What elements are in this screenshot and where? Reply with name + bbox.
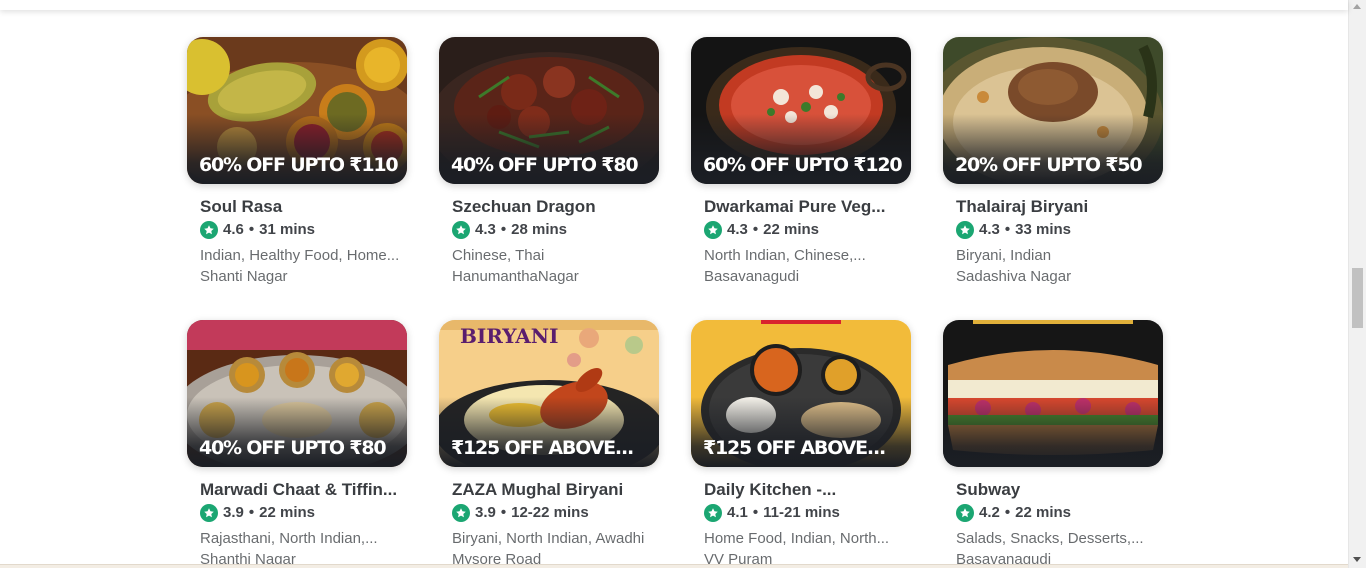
- offer-label: ₹125 OFF ABOVE...: [451, 437, 634, 459]
- cuisines: Home Food, Indian, North...: [704, 530, 890, 547]
- offer-label: 60% OFF UPTO ₹110: [199, 154, 399, 176]
- delivery-time: 12-22 mins: [511, 504, 589, 521]
- restaurant-image: 40% OFF UPTO ₹80: [187, 320, 407, 467]
- offer-label: 20% OFF UPTO ₹50: [955, 154, 1143, 176]
- header-bar: [0, 0, 1348, 10]
- separator-dot: •: [752, 221, 759, 238]
- restaurant-card[interactable]: 20% OFF UPTO ₹50 Thalairaj Biryani 4.3 •…: [943, 37, 1163, 308]
- restaurant-image: ₹125 OFF ABOVE...: [691, 320, 911, 467]
- delivery-time: 28 mins: [511, 221, 567, 238]
- rating-value: 3.9: [475, 504, 496, 521]
- restaurant-card[interactable]: 60% OFF UPTO ₹110 Soul Rasa 4.6 • 31 min…: [187, 37, 407, 308]
- cuisines: Biryani, North Indian, Awadhi: [452, 530, 645, 547]
- rating-row: 4.1 • 11-21 mins: [704, 503, 911, 523]
- area: Basavanagudi: [704, 268, 800, 285]
- vertical-scrollbar[interactable]: [1348, 0, 1366, 568]
- area: HanumanthaNagar: [452, 268, 579, 285]
- separator-dot: •: [248, 504, 255, 521]
- rating-value: 4.2: [979, 504, 1000, 521]
- restaurant-name: Szechuan Dragon: [452, 197, 596, 216]
- star-icon: [956, 221, 974, 239]
- offer-label: 40% OFF UPTO ₹80: [451, 154, 639, 176]
- restaurant-name: Subway: [956, 480, 1021, 499]
- delivery-time: 33 mins: [1015, 221, 1071, 238]
- restaurant-name: Soul Rasa: [200, 197, 283, 216]
- restaurant-name: ZAZA Mughal Biryani: [452, 480, 624, 499]
- scrollbar-thumb[interactable]: [1352, 268, 1363, 328]
- rating-value: 4.3: [979, 221, 1000, 238]
- footer-edge: [0, 564, 1349, 568]
- scroll-up-icon[interactable]: [1353, 4, 1361, 9]
- separator-dot: •: [500, 221, 507, 238]
- separator-dot: •: [1004, 504, 1011, 521]
- restaurant-card[interactable]: ₹125 OFF ABOVE... Daily Kitchen -... 4.1…: [691, 320, 911, 568]
- star-icon: [452, 221, 470, 239]
- offer-label: 40% OFF UPTO ₹80: [199, 437, 387, 459]
- cuisines: Rajasthani, North Indian,...: [200, 530, 378, 547]
- restaurant-card[interactable]: BIRYANI ₹125 OFF ABOVE... ZAZA Mughal Bi…: [439, 320, 659, 568]
- rating-row: 4.3 • 22 mins: [704, 220, 911, 240]
- restaurant-card[interactable]: 40% OFF UPTO ₹80 Marwadi Chaat & Tiffin.…: [187, 320, 407, 568]
- restaurant-card[interactable]: 60% OFF UPTO ₹120 Dwarkamai Pure Veg... …: [691, 37, 911, 308]
- star-icon: [200, 221, 218, 239]
- star-icon: [200, 504, 218, 522]
- restaurant-image: BIRYANI ₹125 OFF ABOVE...: [439, 320, 659, 467]
- star-icon: [704, 504, 722, 522]
- rating-row: 4.6 • 31 mins: [200, 220, 407, 240]
- restaurant-name: Daily Kitchen -...: [704, 480, 837, 499]
- scroll-down-icon[interactable]: [1353, 557, 1361, 562]
- rating-value: 4.6: [223, 221, 244, 238]
- delivery-time: 22 mins: [763, 221, 819, 238]
- delivery-time: 22 mins: [1015, 504, 1071, 521]
- cuisines: Chinese, Thai: [452, 247, 545, 264]
- delivery-time: 22 mins: [259, 504, 315, 521]
- restaurant-name: Thalairaj Biryani: [956, 197, 1089, 216]
- area: Sadashiva Nagar: [956, 268, 1072, 285]
- separator-dot: •: [248, 221, 255, 238]
- rating-value: 4.3: [727, 221, 748, 238]
- rating-row: 4.3 • 33 mins: [956, 220, 1163, 240]
- separator-dot: •: [752, 504, 759, 521]
- restaurant-listing-page: 60% OFF UPTO ₹110 Soul Rasa 4.6 • 31 min…: [0, 0, 1366, 568]
- restaurant-image: 60% OFF UPTO ₹120: [691, 37, 911, 184]
- cuisines: Indian, Healthy Food, Home...: [200, 247, 400, 264]
- rating-row: 3.9 • 22 mins: [200, 503, 407, 523]
- rating-row: 4.2 • 22 mins: [956, 503, 1163, 523]
- image-overlay: [943, 397, 1163, 467]
- star-icon: [704, 221, 722, 239]
- restaurant-card[interactable]: Subway 4.2 • 22 mins Salads, Snacks, Des…: [943, 320, 1163, 568]
- banner-text: BIRYANI: [460, 324, 559, 348]
- restaurant-grid: 60% OFF UPTO ₹110 Soul Rasa 4.6 • 31 min…: [187, 37, 1163, 568]
- rating-row: 4.3 • 28 mins: [452, 220, 659, 240]
- area: Shanti Nagar: [200, 268, 288, 285]
- rating-row: 3.9 • 12-22 mins: [452, 503, 659, 523]
- cuisines: North Indian, Chinese,...: [704, 247, 866, 264]
- offer-label: ₹125 OFF ABOVE...: [703, 437, 886, 459]
- restaurant-card[interactable]: 40% OFF UPTO ₹80 Szechuan Dragon 4.3 • 2…: [439, 37, 659, 308]
- separator-dot: •: [1004, 221, 1011, 238]
- rating-value: 4.1: [727, 504, 748, 521]
- restaurant-image: 60% OFF UPTO ₹110: [187, 37, 407, 184]
- delivery-time: 11-21 mins: [763, 504, 840, 521]
- cuisines: Biryani, Indian: [956, 247, 1052, 264]
- restaurant-name: Dwarkamai Pure Veg...: [704, 197, 886, 216]
- star-icon: [452, 504, 470, 522]
- restaurant-name: Marwadi Chaat & Tiffin...: [200, 480, 398, 499]
- star-icon: [956, 504, 974, 522]
- cuisines: Salads, Snacks, Desserts,...: [956, 530, 1144, 547]
- offer-label: 60% OFF UPTO ₹120: [703, 154, 903, 176]
- restaurant-image: [943, 320, 1163, 467]
- rating-value: 4.3: [475, 221, 496, 238]
- restaurant-image: 20% OFF UPTO ₹50: [943, 37, 1163, 184]
- rating-value: 3.9: [223, 504, 244, 521]
- restaurant-image: 40% OFF UPTO ₹80: [439, 37, 659, 184]
- delivery-time: 31 mins: [259, 221, 315, 238]
- separator-dot: •: [500, 504, 507, 521]
